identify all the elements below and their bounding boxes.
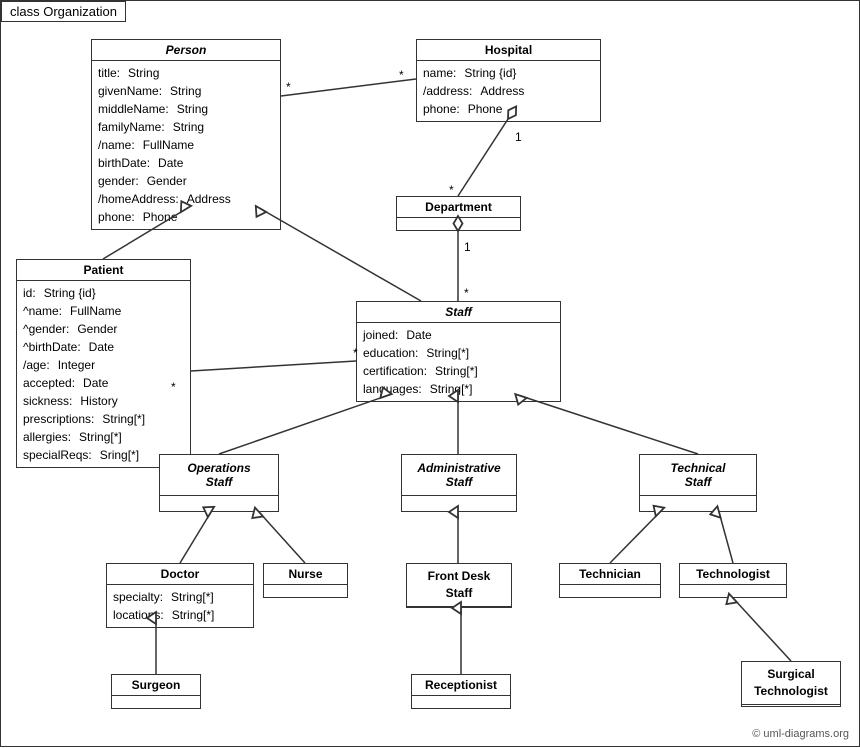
- staff-attrs: joined:Date education:String[*] certific…: [357, 323, 560, 401]
- class-surgeon: Surgeon: [111, 674, 201, 709]
- patient-title: Patient: [17, 260, 190, 281]
- surgeon-title: Surgeon: [112, 675, 200, 696]
- class-doctor: Doctor specialty:String[*] locations:Str…: [106, 563, 254, 628]
- class-technologist: Technologist: [679, 563, 787, 598]
- nurse-title: Nurse: [264, 564, 347, 585]
- diagram-container: class Organization Person title:String g…: [0, 0, 860, 747]
- person-title: Person: [92, 40, 280, 61]
- svg-text:*: *: [464, 286, 469, 300]
- hospital-title: Hospital: [417, 40, 600, 61]
- class-receptionist: Receptionist: [411, 674, 511, 709]
- administrative-staff-title: AdministrativeStaff: [402, 455, 516, 496]
- department-title: Department: [397, 197, 520, 218]
- doctor-title: Doctor: [107, 564, 253, 585]
- surgical-technologist-title: SurgicalTechnologist: [742, 662, 840, 705]
- technical-staff-title: TechnicalStaff: [640, 455, 756, 496]
- person-attrs: title:String givenName:String middleName…: [92, 61, 280, 229]
- diagram-title: class Organization: [1, 1, 126, 22]
- class-technician: Technician: [559, 563, 661, 598]
- class-technical-staff: TechnicalStaff: [639, 454, 757, 512]
- svg-text:*: *: [399, 68, 404, 82]
- svg-text:*: *: [449, 183, 454, 197]
- class-administrative-staff: AdministrativeStaff: [401, 454, 517, 512]
- doctor-attrs: specialty:String[*] locations:String[*]: [107, 585, 253, 627]
- class-surgical-technologist: SurgicalTechnologist: [741, 661, 841, 707]
- technician-title: Technician: [560, 564, 660, 585]
- technologist-title: Technologist: [680, 564, 786, 585]
- receptionist-title: Receptionist: [412, 675, 510, 696]
- svg-text:1: 1: [515, 130, 522, 144]
- class-patient: Patient id:String {id} ^name:FullName ^g…: [16, 259, 191, 468]
- svg-text:1: 1: [464, 240, 471, 254]
- hospital-attrs: name:String {id} /address:Address phone:…: [417, 61, 600, 121]
- operations-staff-title: OperationsStaff: [160, 455, 278, 496]
- class-person: Person title:String givenName:String mid…: [91, 39, 281, 230]
- copyright: © uml-diagrams.org: [752, 728, 849, 740]
- class-hospital: Hospital name:String {id} /address:Addre…: [416, 39, 601, 122]
- front-desk-staff-title: Front DeskStaff: [407, 564, 511, 607]
- staff-title: Staff: [357, 302, 560, 323]
- svg-text:*: *: [286, 80, 291, 94]
- class-department: Department: [396, 196, 521, 231]
- class-nurse: Nurse: [263, 563, 348, 598]
- patient-attrs: id:String {id} ^name:FullName ^gender:Ge…: [17, 281, 190, 467]
- class-staff: Staff joined:Date education:String[*] ce…: [356, 301, 561, 402]
- class-operations-staff: OperationsStaff: [159, 454, 279, 512]
- class-front-desk-staff: Front DeskStaff: [406, 563, 512, 608]
